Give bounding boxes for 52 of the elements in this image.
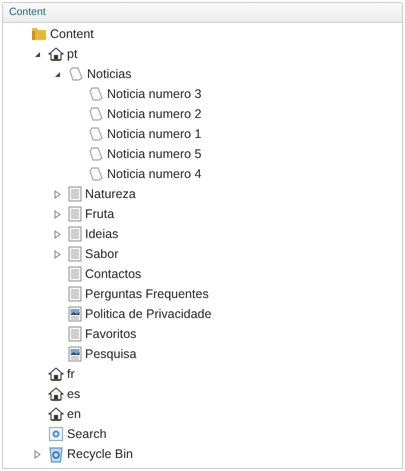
scroll-icon	[88, 106, 104, 122]
collapse-arrow-icon[interactable]	[54, 70, 61, 78]
scroll-icon	[88, 146, 104, 162]
scroll-icon	[68, 66, 84, 82]
image-document-icon	[68, 306, 82, 322]
document-icon	[68, 206, 82, 222]
house-icon	[48, 386, 64, 402]
document-icon	[68, 226, 82, 242]
panel-title: Content	[9, 4, 46, 20]
tree-item[interactable]: Noticia numero 2	[107, 104, 202, 124]
tree-item[interactable]: Ideias	[85, 224, 118, 244]
tree-item[interactable]: es	[67, 384, 80, 404]
tree-item[interactable]: Content	[50, 24, 94, 44]
house-icon	[48, 406, 64, 422]
tree-item[interactable]: pt	[67, 44, 78, 64]
collapse-arrow-icon[interactable]	[34, 50, 41, 58]
scroll-icon	[88, 166, 104, 182]
tree-item[interactable]: Fruta	[85, 204, 114, 224]
expand-arrow-icon[interactable]	[54, 250, 61, 258]
house-icon	[48, 46, 64, 62]
tree-item[interactable]: Perguntas Frequentes	[85, 284, 209, 304]
tree-item[interactable]: Favoritos	[85, 324, 136, 344]
expand-arrow-icon[interactable]	[54, 230, 61, 238]
tree-item[interactable]: fr	[67, 364, 75, 384]
recycle-bin-icon	[48, 445, 64, 463]
document-icon	[68, 266, 82, 282]
house-icon	[48, 366, 64, 382]
tree-item[interactable]: Pesquisa	[85, 344, 136, 364]
expand-arrow-icon[interactable]	[54, 190, 61, 198]
search-icon	[48, 426, 64, 442]
document-icon	[68, 286, 82, 302]
tree-item[interactable]: Recycle Bin	[67, 444, 133, 464]
scroll-icon	[88, 126, 104, 142]
expand-arrow-icon[interactable]	[54, 210, 61, 218]
tree-item[interactable]: Sabor	[85, 244, 118, 264]
tree-item[interactable]: Noticias	[87, 64, 132, 84]
image-document-icon	[68, 346, 82, 362]
expand-arrow-icon[interactable]	[34, 450, 41, 458]
tree-item[interactable]: Noticia numero 5	[107, 144, 202, 164]
tree-item[interactable]: en	[67, 404, 81, 424]
tree-item[interactable]: Noticia numero 4	[107, 164, 202, 184]
tree-item[interactable]: Noticia numero 3	[107, 84, 202, 104]
scroll-icon	[88, 86, 104, 102]
tree-item[interactable]: Politica de Privacidade	[85, 304, 212, 324]
document-icon	[68, 246, 82, 262]
tree-item[interactable]: Natureza	[85, 184, 136, 204]
tree-item[interactable]: Search	[67, 424, 107, 444]
folder-icon	[31, 26, 47, 42]
document-icon	[68, 186, 82, 202]
tree-item[interactable]: Contactos	[85, 264, 142, 284]
tree-item[interactable]: Noticia numero 1	[107, 124, 202, 144]
document-icon	[68, 326, 82, 342]
